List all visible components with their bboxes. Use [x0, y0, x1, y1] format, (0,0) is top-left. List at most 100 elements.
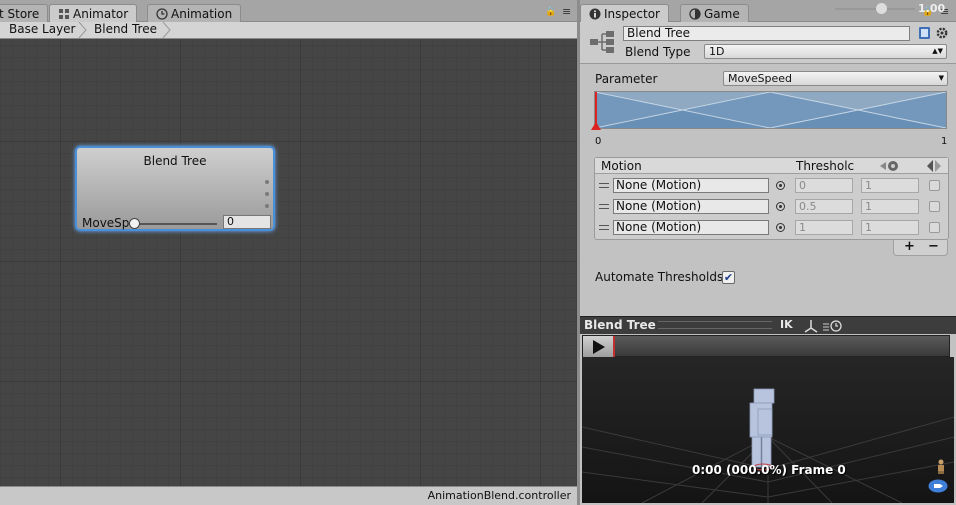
ik-toggle[interactable]: IK [780, 318, 793, 331]
threshold-column-header: Thresholc [796, 159, 855, 173]
object-picker-icon[interactable] [776, 202, 785, 211]
mirror-checkbox[interactable] [929, 222, 940, 233]
motion-field[interactable]: None (Motion) [613, 178, 769, 193]
motion-column-header: Motion [601, 159, 642, 173]
object-picker-icon[interactable] [776, 181, 785, 190]
lock-icon[interactable]: 🔒 [545, 7, 556, 17]
tab-game[interactable]: Game [680, 4, 749, 22]
inspector-header: Blend Tree Blend Type 1D ▲▼ [580, 22, 956, 64]
preview-title: Blend Tree [584, 318, 656, 332]
preview-viewport[interactable]: 0:00 (000.0%) Frame 0 [582, 357, 954, 503]
param-marker-icon[interactable] [591, 122, 601, 130]
tab-label: Animation [171, 7, 233, 21]
node-output-dot[interactable] [265, 180, 269, 184]
animator-icon [59, 9, 69, 19]
blend-tree-node[interactable]: Blend Tree MoveSp 0 [75, 146, 275, 231]
list-buttons: + − [893, 239, 948, 256]
object-picker-icon[interactable] [776, 223, 785, 232]
preview-timeline[interactable] [582, 335, 950, 357]
tag-icon[interactable] [928, 479, 948, 493]
tab-inspector[interactable]: Inspector [580, 4, 669, 23]
threshold-field[interactable]: 1 [795, 220, 853, 235]
preview-speed-value: 1.00 [918, 2, 946, 15]
left-tab-bar: t Store Animator Animation 🔒 ≡ [0, 0, 577, 23]
preview-time-readout: 0:00 (000.0%) Frame 0 [692, 463, 846, 477]
preview-speed-slider-knob[interactable] [876, 3, 887, 14]
parameter-value: MoveSpeed [728, 72, 792, 85]
avatar-figure-icon[interactable] [936, 459, 946, 475]
blend-weight-graph[interactable] [594, 91, 947, 129]
tab-animation[interactable]: Animation [147, 4, 242, 22]
right-tab-bar: Inspector Game 🔒 ≡ [580, 0, 956, 23]
motion-row: None (Motion) 0.5 1 [595, 197, 948, 217]
preview-drag-grip[interactable] [658, 321, 772, 329]
info-icon [589, 8, 601, 20]
threshold-field[interactable]: 0.5 [795, 199, 853, 214]
motion-list-header: Motion Thresholc [595, 158, 948, 174]
tab-label: Game [704, 7, 740, 21]
parameter-dropdown[interactable]: MoveSpeed ▼ [723, 71, 948, 86]
speed-field[interactable]: 1 [861, 199, 919, 214]
add-motion-button[interactable]: + [904, 239, 915, 254]
breadcrumb: Base Layer Blend Tree [0, 22, 577, 39]
drag-handle-icon[interactable] [599, 204, 609, 209]
character-figure [749, 388, 775, 468]
tab-label: t Store [0, 7, 40, 21]
gear-icon[interactable] [935, 26, 949, 40]
motion-field[interactable]: None (Motion) [613, 199, 769, 214]
dropdown-arrow-icon: ▼ [938, 74, 944, 82]
drag-handle-icon[interactable] [599, 183, 609, 188]
controller-filename: AnimationBlend.controller [0, 486, 577, 505]
blend-type-label: Blend Type [625, 45, 691, 59]
node-param-label: MoveSp [82, 216, 130, 230]
threshold-field[interactable]: 0 [795, 178, 853, 193]
graph-min-label: 0 [595, 136, 602, 147]
tab-animator[interactable]: Animator [49, 4, 138, 23]
animator-graph[interactable] [0, 39, 577, 486]
motion-field[interactable]: None (Motion) [613, 220, 769, 235]
speed-clock-icon [880, 161, 898, 171]
node-param-slider-track[interactable] [132, 223, 217, 225]
node-output-dot[interactable] [265, 192, 269, 196]
blend-tree-icon [590, 31, 614, 53]
node-title: Blend Tree [143, 154, 207, 168]
mirror-checkbox[interactable] [929, 201, 940, 212]
blend-type-value: 1D [709, 45, 725, 58]
pivot-icon[interactable] [803, 319, 819, 333]
preview-floor-grid [582, 388, 954, 503]
tab-label: Inspector [604, 7, 660, 21]
dropdown-arrows-icon: ▲▼ [932, 47, 943, 55]
parameter-label: Parameter [595, 72, 658, 86]
breadcrumb-separator-icon [162, 22, 171, 38]
motion-row: None (Motion) 1 1 [595, 218, 948, 238]
help-book-icon[interactable] [918, 26, 931, 40]
breadcrumb-blend-tree[interactable]: Blend Tree [85, 22, 157, 38]
tab-label: Animator [73, 7, 129, 21]
mirror-checkbox[interactable] [929, 180, 940, 191]
tab-asset-store[interactable]: t Store [0, 4, 49, 22]
blend-tree-name-field[interactable]: Blend Tree [623, 26, 910, 41]
drag-handle-icon[interactable] [599, 225, 609, 230]
speed-field[interactable]: 1 [861, 178, 919, 193]
blend-type-dropdown[interactable]: 1D ▲▼ [704, 44, 947, 59]
speed-field[interactable]: 1 [861, 220, 919, 235]
remove-motion-button[interactable]: − [928, 239, 939, 254]
clock-icon [156, 8, 168, 20]
motion-row: None (Motion) 0 1 [595, 176, 948, 196]
mirror-icon [927, 160, 941, 172]
node-param-value-field[interactable]: 0 [223, 215, 271, 229]
inspector-panel: Blend Tree Blend Type 1D ▲▼ Parameter Mo… [580, 22, 956, 316]
preview-toolbar: Blend Tree IK [580, 316, 956, 334]
node-output-dot[interactable] [265, 204, 269, 208]
panel-menu-icon[interactable]: ≡ [562, 5, 571, 18]
play-button[interactable] [583, 336, 615, 357]
preview-speed-slider-track[interactable] [835, 8, 915, 10]
breadcrumb-base-layer[interactable]: Base Layer [0, 22, 76, 38]
motion-list: Motion Thresholc None (Motion) 0 1 None … [594, 157, 949, 240]
speed-clock-icon[interactable] [822, 319, 844, 333]
graph-max-label: 1 [941, 136, 948, 147]
automate-thresholds-label: Automate Thresholds [595, 270, 724, 284]
node-param-slider-knob[interactable] [129, 218, 140, 229]
automate-thresholds-checkbox[interactable]: ✔ [722, 271, 735, 284]
game-icon [689, 8, 701, 20]
